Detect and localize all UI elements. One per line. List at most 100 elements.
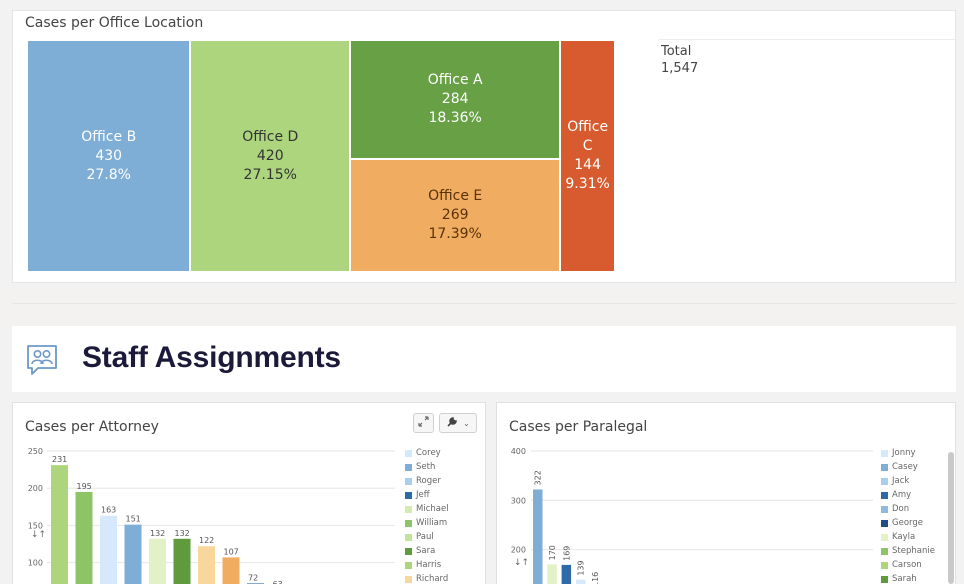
expand-button[interactable] — [413, 413, 434, 433]
legend-item[interactable]: Richard — [405, 572, 449, 584]
legend-item[interactable]: Casey — [881, 460, 935, 474]
legend-item[interactable]: Carson — [881, 558, 935, 572]
legend-swatch — [881, 575, 888, 583]
treemap-tile-name: Office — [567, 119, 609, 135]
bar[interactable] — [149, 538, 166, 584]
legend-item[interactable]: Paul — [405, 530, 449, 544]
bar-value-label: 151 — [126, 515, 141, 524]
bar-value-label: 139 — [577, 560, 586, 575]
sort-icon[interactable]: ↓↑ — [514, 558, 529, 568]
bar-value-label: 107 — [224, 547, 239, 556]
paralegal-card: Cases per Paralegal 200 300 400 ↓↑ 322 170 169… — [496, 402, 956, 584]
wrench-dropdown-button[interactable]: ⌄ — [439, 413, 477, 433]
legend-label: Michael — [416, 504, 449, 514]
treemap-tile-office-b[interactable]: Office B 430 27.8% — [27, 40, 191, 272]
total-divider — [659, 39, 955, 40]
legend-item[interactable]: Don — [881, 502, 935, 516]
bar[interactable] — [51, 465, 68, 584]
legend-item[interactable]: Jeff — [405, 488, 449, 502]
treemap-tile-pct: 17.39% — [428, 226, 482, 243]
treemap-tile-office-c[interactable]: Office C 144 9.31% — [560, 40, 615, 272]
legend-swatch — [405, 477, 412, 485]
legend-swatch — [405, 449, 412, 457]
separator-line — [12, 303, 956, 304]
legend-swatch — [881, 491, 888, 499]
treemap-tile-office-d[interactable]: Office D 420 27.15% — [190, 40, 351, 272]
paralegal-legend: Jonny Casey Jack Amy Don George Kayla Stephanie… — [881, 446, 935, 584]
treemap-tile-value: 430 — [95, 147, 123, 164]
y-tick-label: 250 — [28, 447, 43, 456]
separator-band — [0, 285, 964, 325]
y-tick-label: 400 — [511, 447, 526, 456]
bar-value-label: 122 — [199, 536, 214, 545]
legend-swatch — [405, 519, 412, 527]
attorney-bar-chart: 100150200250↓↑231195163151132 13212210772… — [28, 447, 395, 584]
legend-item[interactable]: Stephanie — [881, 544, 935, 558]
bar-value-label: 195 — [77, 482, 92, 491]
legend-swatch — [881, 561, 888, 569]
legend-item[interactable]: Jack — [881, 474, 935, 488]
legend-item[interactable]: Michael — [405, 502, 449, 516]
bar[interactable] — [173, 538, 191, 584]
treemap-tile-name: Office E — [428, 188, 483, 205]
legend-swatch — [881, 533, 888, 541]
bar[interactable] — [575, 579, 586, 584]
bar[interactable] — [100, 515, 117, 584]
bar-value-label: 231 — [52, 455, 67, 464]
legend-swatch — [881, 477, 888, 485]
bar[interactable] — [222, 557, 240, 584]
legend-item[interactable]: Amy — [881, 488, 935, 502]
legend-item[interactable]: Kayla — [881, 530, 935, 544]
legend-item[interactable]: Seth — [405, 460, 449, 474]
legend-swatch — [405, 463, 412, 471]
bar[interactable] — [561, 564, 572, 584]
y-tick-label: 200 — [28, 484, 43, 493]
treemap-tile-office-a[interactable]: Office A 284 18.36% — [350, 40, 561, 160]
legend-label: Roger — [416, 476, 441, 486]
legend-swatch — [405, 575, 412, 583]
bar-value-label: 116 — [591, 572, 600, 584]
paralegal-bar-chart: 200 300 400 ↓↑ 322 170 169 139 116 — [511, 447, 873, 584]
legend-item[interactable]: Harris — [405, 558, 449, 572]
section-title: Staff Assignments — [82, 341, 341, 374]
legend-item[interactable]: Roger — [405, 474, 449, 488]
bar[interactable] — [547, 564, 557, 584]
sort-icon[interactable]: ↓↑ — [31, 530, 46, 540]
legend-label: Amy — [892, 490, 912, 500]
treemap-tile-pct: 27.8% — [86, 166, 131, 183]
bar[interactable] — [533, 489, 543, 584]
treemap-tile-value: 269 — [441, 207, 469, 224]
y-tick-label: 100 — [28, 559, 43, 568]
total-label: Total — [661, 44, 692, 59]
legend-item[interactable]: William — [405, 516, 449, 530]
bar[interactable] — [75, 491, 93, 584]
legend-item[interactable]: Corey — [405, 446, 449, 460]
y-tick-label: 200 — [511, 546, 526, 555]
treemap-tile-name: Office B — [81, 128, 137, 145]
legend-swatch — [405, 547, 412, 555]
legend-swatch — [881, 463, 888, 471]
legend-item[interactable]: Jonny — [881, 446, 935, 460]
paralegal-chart-title: Cases per Paralegal — [509, 419, 648, 435]
legend-swatch — [881, 449, 888, 457]
legend-label: Carson — [892, 560, 922, 570]
legend-swatch — [881, 519, 888, 527]
legend-item[interactable]: Sara — [405, 544, 449, 558]
legend-label: Richard — [416, 574, 449, 584]
treemap-tile-office-e[interactable]: Office E 269 17.39% — [350, 159, 561, 272]
treemap-tile-name: Office A — [427, 72, 483, 89]
bar-value-label: 169 — [562, 546, 571, 561]
legend-item[interactable]: Sarah — [881, 572, 935, 584]
legend-item[interactable]: George — [881, 516, 935, 530]
legend-swatch — [405, 561, 412, 569]
legend-label: Don — [892, 504, 910, 514]
bar[interactable] — [198, 546, 215, 584]
scrollbar-thumb[interactable] — [948, 452, 954, 584]
treemap-title: Cases per Office Location — [25, 15, 204, 31]
bar[interactable] — [124, 524, 142, 584]
bar-value-label: 132 — [175, 529, 190, 538]
attorney-legend: Corey Seth Roger Jeff Michael William Paul Sara… — [405, 446, 449, 584]
legend-label: Sarah — [892, 574, 917, 584]
treemap-tile-pct: 27.15% — [243, 166, 297, 183]
bar-value-label: 170 — [548, 545, 557, 560]
